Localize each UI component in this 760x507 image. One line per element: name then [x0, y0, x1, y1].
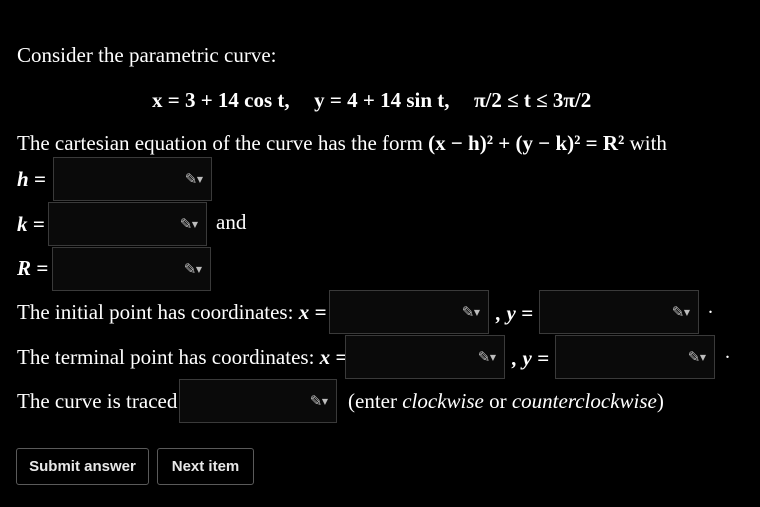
R-input[interactable]: ✎ ▼ — [52, 247, 211, 291]
initial-y-label: , y = — [496, 301, 534, 325]
initial-y-input[interactable]: ✎ ▼ — [539, 290, 699, 334]
intro-text: Consider the parametric curve: — [17, 43, 277, 67]
pencil-icon[interactable]: ✎ ▼ — [305, 392, 328, 410]
h-label: h = — [17, 167, 46, 191]
direction-input[interactable]: ✎ ▼ — [179, 379, 337, 423]
pencil-icon[interactable]: ✎ ▼ — [683, 348, 706, 366]
parametric-equation: x = 3 + 14 cos t, y = 4 + 14 sin t, π/2 … — [152, 87, 591, 113]
initial-x-label: x = — [298, 300, 327, 324]
initial-x-input[interactable]: ✎ ▼ — [329, 290, 489, 334]
pencil-icon[interactable]: ✎ ▼ — [179, 260, 202, 278]
hint-counterclockwise: counterclockwise — [511, 389, 657, 413]
hint-or: or — [489, 389, 507, 413]
cartesian-suffix: with — [629, 131, 667, 155]
direction-hint: (enter clockwise or counterclockwise) — [348, 388, 664, 414]
initial-point-line: The initial point has coordinates: x = — [17, 299, 326, 325]
traced-label: The curve is traced — [17, 389, 178, 413]
terminal-x-label: x = — [319, 345, 348, 369]
initial-period: . — [708, 296, 713, 318]
terminal-label: The terminal point has coordinates: — [17, 345, 315, 369]
equation-y: y = 4 + 14 sin t, — [314, 88, 450, 112]
cartesian-prefix: The cartesian equation of the curve has … — [17, 131, 423, 155]
cartesian-form: (x − h)² + (y − k)² = R² — [428, 131, 625, 155]
and-text: and — [216, 210, 247, 234]
pencil-icon[interactable]: ✎ ▼ — [457, 303, 480, 321]
terminal-x-input[interactable]: ✎ ▼ — [345, 335, 505, 379]
R-label: R = — [17, 256, 49, 280]
terminal-y-label: , y = — [512, 346, 550, 370]
pencil-icon[interactable]: ✎ ▼ — [667, 303, 690, 321]
pencil-icon[interactable]: ✎ ▼ — [175, 215, 198, 233]
initial-label: The initial point has coordinates: — [17, 300, 294, 324]
hint-clockwise: clockwise — [402, 389, 484, 413]
pencil-icon[interactable]: ✎ ▼ — [473, 348, 496, 366]
h-input[interactable]: ✎ ▼ — [53, 157, 212, 201]
terminal-point-line: The terminal point has coordinates: x = — [17, 344, 347, 370]
hint-close: ) — [656, 389, 664, 413]
pencil-icon[interactable]: ✎ ▼ — [180, 170, 203, 188]
next-item-button[interactable]: Next item — [157, 448, 254, 485]
hint-open: (enter — [348, 389, 397, 413]
k-input[interactable]: ✎ ▼ — [48, 202, 207, 246]
submit-answer-button[interactable]: Submit answer — [16, 448, 149, 485]
equation-range: π/2 ≤ t ≤ 3π/2 — [474, 88, 592, 112]
cartesian-line: The cartesian equation of the curve has … — [17, 130, 667, 156]
terminal-period: . — [725, 341, 730, 363]
k-label: k = — [17, 212, 45, 236]
terminal-y-input[interactable]: ✎ ▼ — [555, 335, 715, 379]
equation-x: x = 3 + 14 cos t, — [152, 88, 290, 112]
